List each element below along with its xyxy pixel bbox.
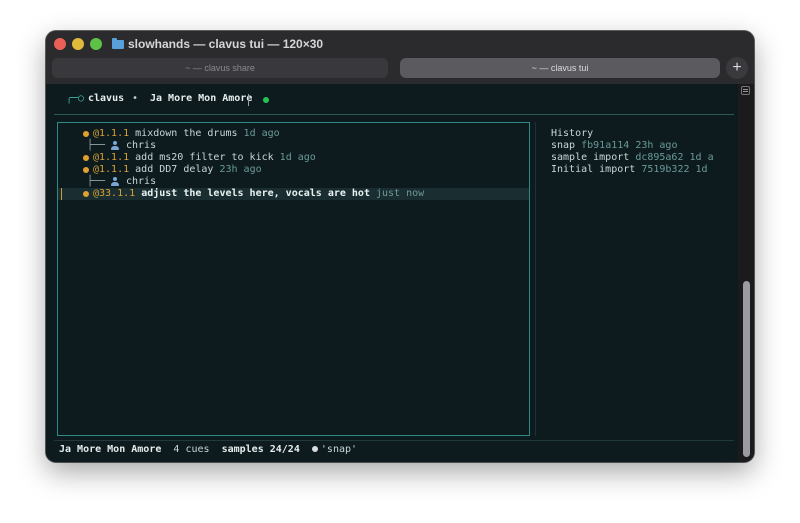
tab-clavus-tui[interactable]: ~ — clavus tui <box>400 58 720 78</box>
cue-time: 23h ago <box>219 164 262 175</box>
panel-divider <box>535 122 536 436</box>
cue-text: mixdown the drums <box>135 128 238 139</box>
minimize-button[interactable] <box>72 38 84 50</box>
window-title-text: slowhands — clavus tui — 120×30 <box>128 37 324 51</box>
tab-clavus-share[interactable]: ~ — clavus share <box>52 58 388 78</box>
new-tab-button[interactable]: + <box>726 57 748 79</box>
history-title: History <box>551 128 594 139</box>
user-icon <box>110 141 120 151</box>
author-name: chris <box>126 176 157 187</box>
scrollbar-thumb[interactable] <box>743 281 750 457</box>
header-divider <box>54 114 734 115</box>
author-row: ├── chris <box>58 176 529 188</box>
status-divider <box>54 440 734 441</box>
cue-position: @1.1.1 <box>93 128 130 139</box>
cue-text: add DD7 delay <box>135 164 214 175</box>
terminal-window: slowhands — clavus tui — 120×30 ~ — clav… <box>46 31 754 462</box>
cue-marker-icon <box>83 155 89 161</box>
cue-time: 1d ago <box>243 128 280 139</box>
history-item-hash: 7519b322 <box>641 164 690 175</box>
cue-position: @1.1.1 <box>93 152 130 163</box>
cue-line: @33.1.1 adjust the levels here, vocals a… <box>93 188 424 200</box>
status-project: Ja More Mon Amore <box>59 444 162 455</box>
history-item-time: 23h ago <box>635 140 678 151</box>
snapshot-dot-icon <box>311 446 318 452</box>
scroll-marks-icon[interactable] <box>741 86 750 95</box>
cue-text: adjust the levels here, vocals are hot <box>141 188 370 199</box>
status-bar: Ja More Mon Amore 4 cues samples 24/24 '… <box>59 443 357 457</box>
cue-list-panel[interactable]: @1.1.1 mixdown the drums 1d ago ├── chri… <box>57 122 530 436</box>
app-logo-icon: ╭─○ <box>66 93 85 104</box>
history-item-hash: dc895a62 <box>635 152 684 163</box>
project-title: Ja More Mon Amore <box>150 93 253 104</box>
history-item-time: 1d a <box>689 152 714 163</box>
author-row: ├── chris <box>58 140 529 152</box>
cue-marker-icon <box>83 167 89 173</box>
cue-time: 1d ago <box>279 152 316 163</box>
cue-line: @1.1.1 mixdown the drums 1d ago <box>93 128 280 140</box>
header-separator: • <box>132 93 139 104</box>
cue-time: just now <box>376 188 425 199</box>
cue-marker-icon <box>83 131 89 137</box>
tree-branch-icon: ├── <box>87 140 106 151</box>
user-icon <box>110 177 120 187</box>
history-item[interactable]: snap fb91a114 23h ago <box>551 140 677 151</box>
app-name: clavus <box>88 93 125 104</box>
cue-row[interactable]: @1.1.1 add DD7 delay 23h ago <box>58 164 529 176</box>
cue-position: @1.1.1 <box>93 164 130 175</box>
text-cursor <box>248 94 249 106</box>
author-name: chris <box>126 140 157 151</box>
title-bar: slowhands — clavus tui — 120×30 <box>46 31 754 57</box>
cue-position: @33.1.1 <box>93 188 136 199</box>
history-item-name: sample import <box>551 152 630 163</box>
history-item[interactable]: Initial import 7519b322 1d <box>551 164 708 175</box>
status-cues: 4 cues <box>173 444 210 455</box>
history-item-time: 1d <box>695 164 708 175</box>
folder-icon <box>112 38 124 49</box>
status-snapshot: 'snap' <box>320 444 358 455</box>
history-panel[interactable]: History snap fb91a114 23h ago sample imp… <box>543 122 733 436</box>
history-item-name: Initial import <box>551 164 636 175</box>
tree-branch-icon: ├── <box>87 176 106 187</box>
selection-indicator <box>61 188 62 200</box>
cue-row[interactable]: @1.1.1 add ms20 filter to kick 1d ago <box>58 152 529 164</box>
status-samples: samples 24/24 <box>221 444 300 455</box>
cue-text: add ms20 filter to kick <box>135 152 274 163</box>
history-item[interactable]: sample import dc895a62 1d a <box>551 152 714 163</box>
terminal-content[interactable]: ╭─○ clavus • Ja More Mon Amore @1.1.1 mi… <box>46 84 754 462</box>
cue-marker-icon <box>83 191 89 197</box>
history-item-name: snap <box>551 140 576 151</box>
maximize-button[interactable] <box>90 38 102 50</box>
cue-line: @1.1.1 add ms20 filter to kick 1d ago <box>93 152 316 164</box>
cue-line: @1.1.1 add DD7 delay 23h ago <box>93 164 262 176</box>
window-title: slowhands — clavus tui — 120×30 <box>112 37 323 51</box>
close-button[interactable] <box>54 38 66 50</box>
tab-bar: ~ — clavus share ~ — clavus tui + <box>46 57 754 84</box>
cue-row[interactable]: @1.1.1 mixdown the drums 1d ago <box>58 128 529 140</box>
connection-status-icon <box>263 97 269 103</box>
history-item-hash: fb91a114 <box>581 140 630 151</box>
cue-row-selected[interactable]: @33.1.1 adjust the levels here, vocals a… <box>58 188 529 200</box>
app-header: ╭─○ clavus • Ja More Mon Amore <box>54 90 734 115</box>
